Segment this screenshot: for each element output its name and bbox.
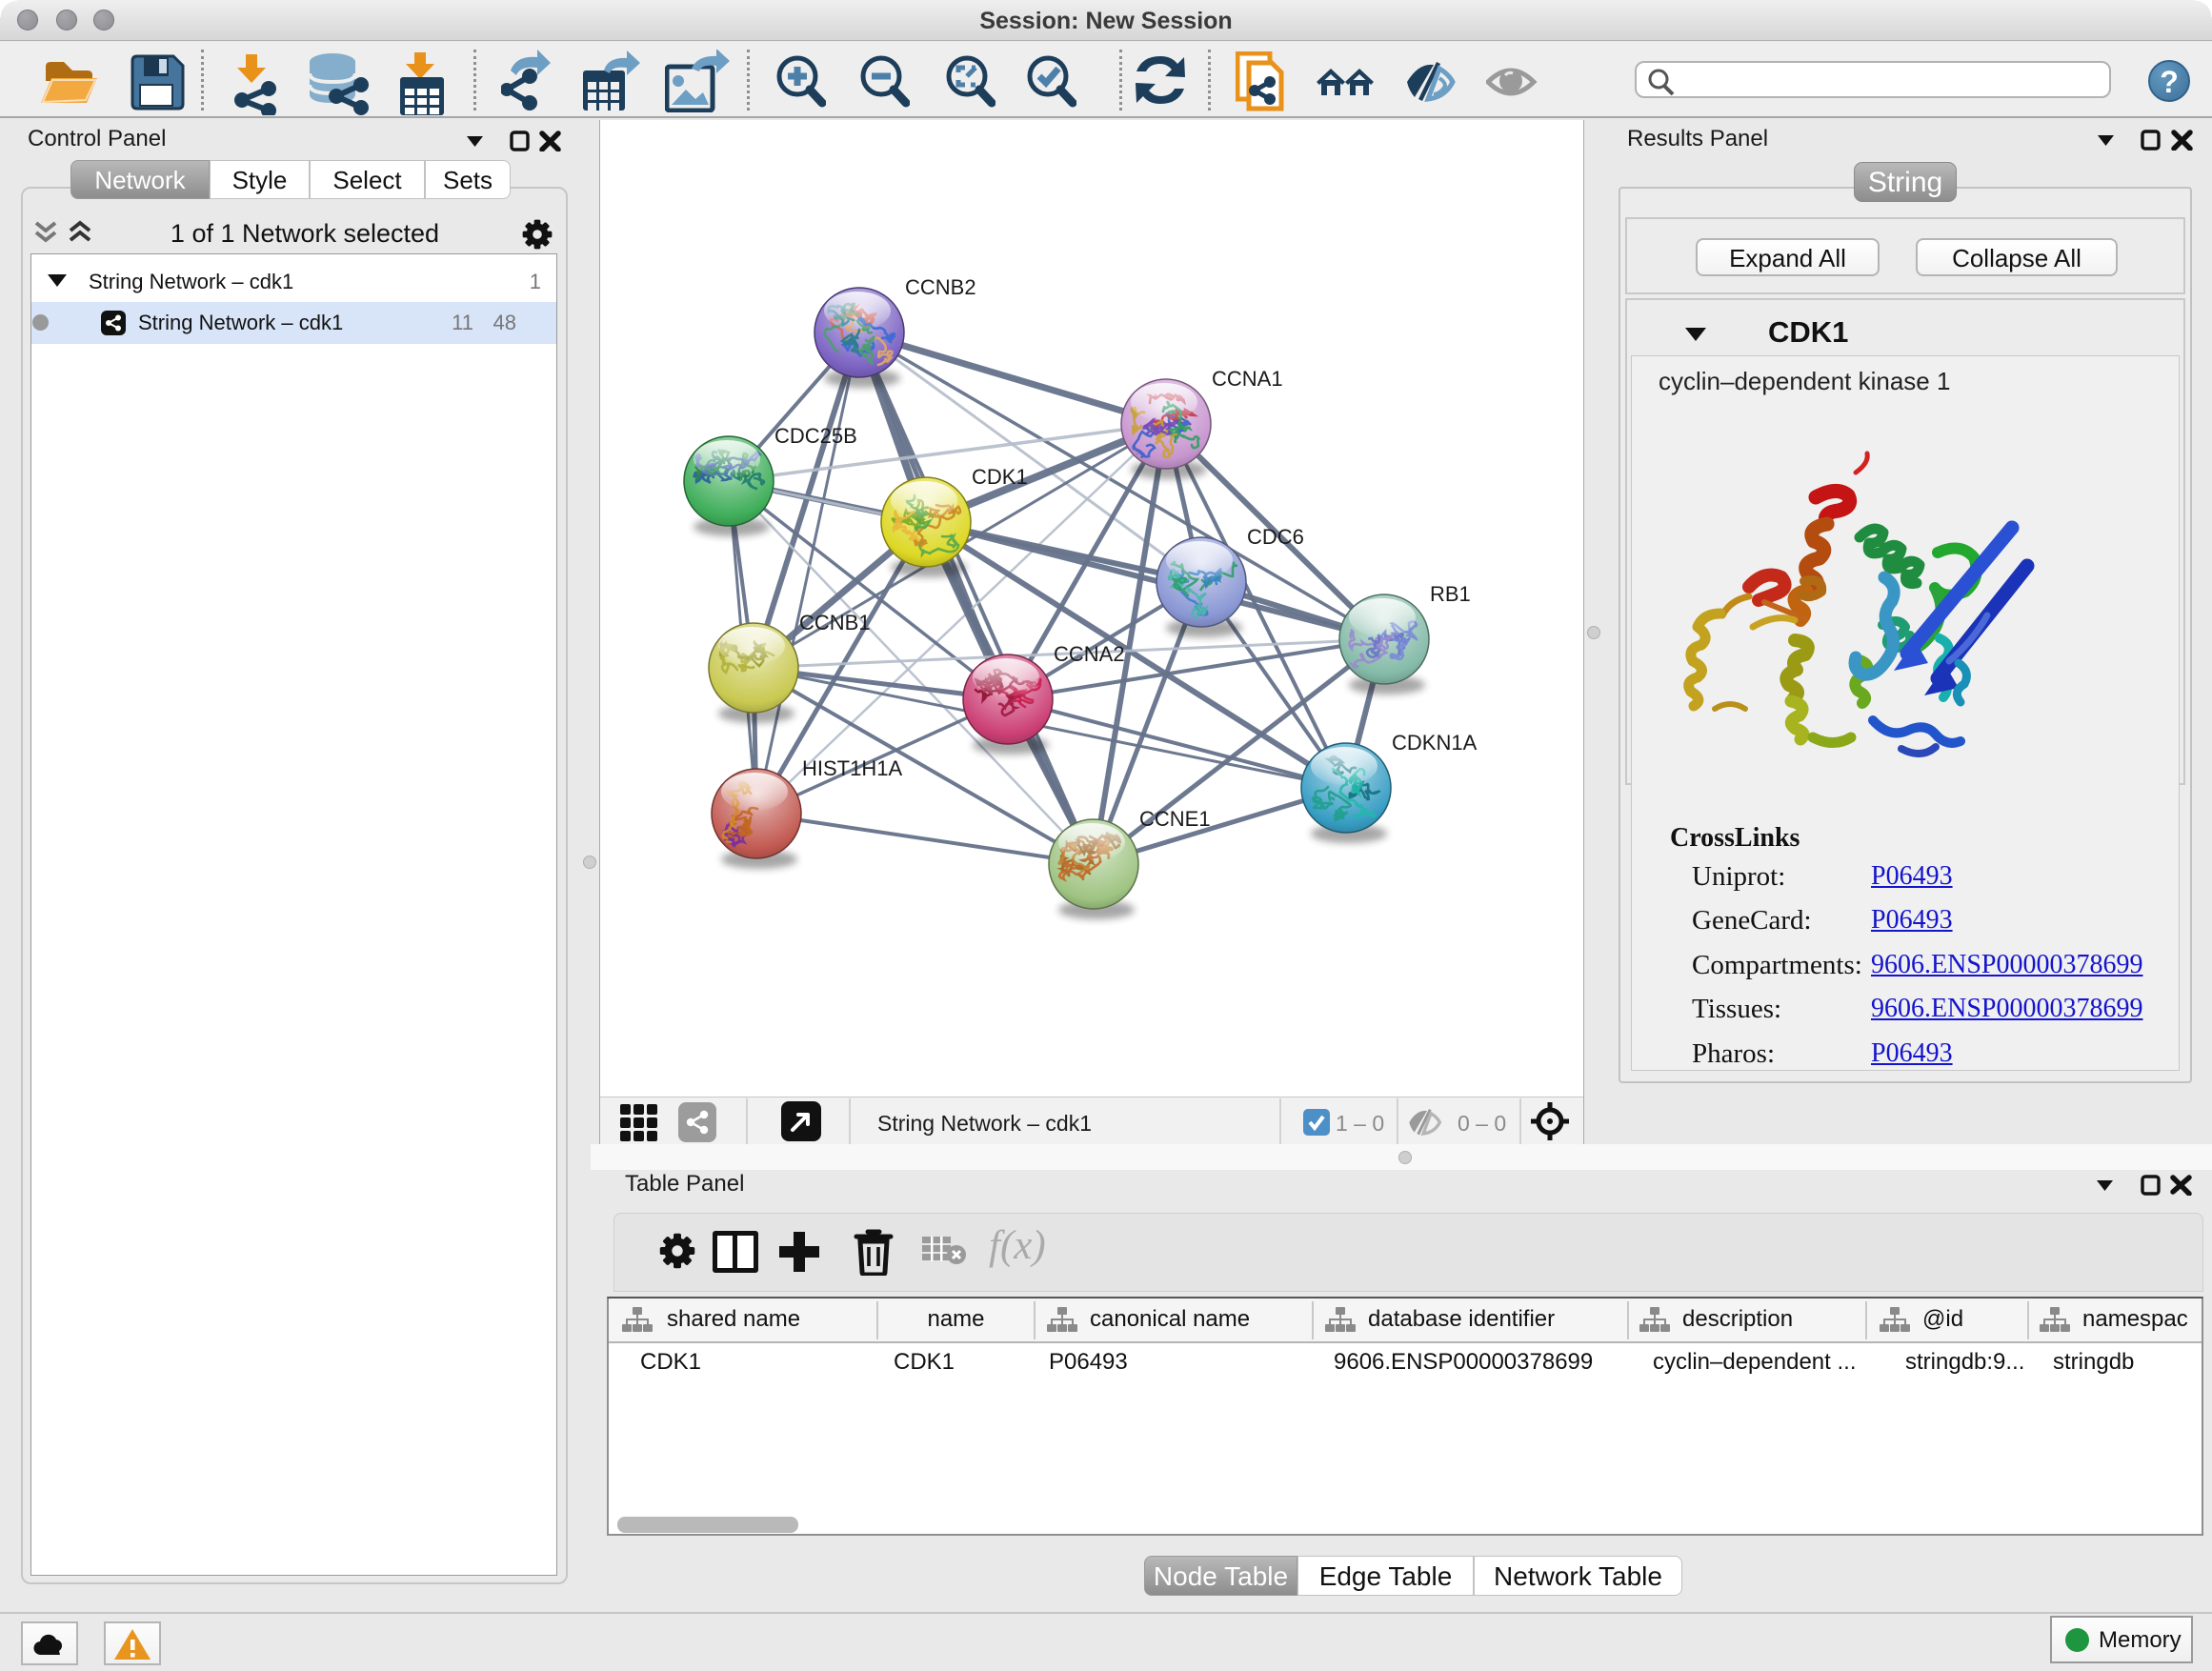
svg-text:CDK1: CDK1 — [972, 465, 1028, 489]
svg-text:RB1: RB1 — [1430, 582, 1471, 606]
svg-text:CDC25B: CDC25B — [774, 424, 857, 448]
svg-text:CCNE1: CCNE1 — [1139, 807, 1211, 831]
svg-text:CCNA2: CCNA2 — [1054, 642, 1125, 666]
svg-text:CCNB2: CCNB2 — [905, 275, 976, 299]
svg-text:CDKN1A: CDKN1A — [1392, 731, 1478, 755]
svg-text:CCNB1: CCNB1 — [799, 611, 871, 634]
svg-text:CCNA1: CCNA1 — [1212, 367, 1283, 391]
svg-text:HIST1H1A: HIST1H1A — [802, 756, 902, 780]
svg-text:CDC6: CDC6 — [1247, 525, 1304, 549]
